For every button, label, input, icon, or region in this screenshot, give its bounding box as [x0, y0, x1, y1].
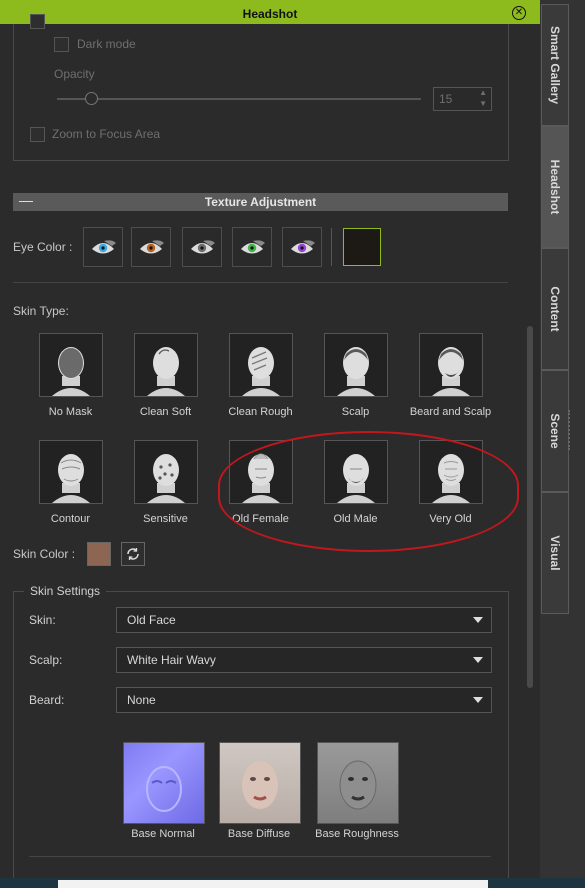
eye-color-preset-button[interactable]	[182, 227, 222, 267]
beard-dropdown[interactable]: None	[116, 687, 492, 713]
tab-content[interactable]: Content	[541, 248, 569, 370]
skin-type-label: Clean Soft	[139, 406, 192, 418]
zoom-focus-checkbox[interactable]	[30, 127, 45, 142]
resize-grip-icon[interactable]	[568, 410, 573, 450]
skin-type-option[interactable]	[39, 440, 103, 504]
skin-color-label: Skin Color :	[13, 547, 76, 561]
opacity-value: 15	[439, 92, 453, 106]
head-icon	[337, 347, 375, 396]
reset-color-button[interactable]	[121, 542, 145, 566]
skin-type-option[interactable]	[419, 333, 483, 397]
chevron-down-icon	[473, 657, 483, 663]
skin-type-label: Scalp	[341, 406, 370, 418]
diffuse-face-icon	[242, 761, 278, 809]
spin-up-icon[interactable]: ▲	[479, 88, 487, 97]
eye-icon	[140, 240, 164, 254]
spin-down-icon[interactable]: ▼	[479, 99, 487, 108]
eye-color-preset-button[interactable]	[232, 227, 272, 267]
tab-visual[interactable]: Visual	[541, 492, 569, 614]
scalp-label: Scalp:	[29, 653, 63, 667]
section-title: Texture Adjustment	[204, 195, 317, 209]
panel-title: Headshot	[242, 7, 298, 21]
eye-color-preset-button[interactable]	[282, 227, 322, 267]
bottom-window-strip	[58, 880, 488, 888]
partial-checkbox[interactable]	[30, 14, 45, 29]
head-icon	[52, 454, 90, 503]
eye-color-label: Eye Color :	[13, 240, 73, 254]
head-icon	[52, 347, 90, 396]
eye-icon	[291, 240, 315, 254]
opacity-slider-handle[interactable]	[85, 92, 98, 105]
opacity-slider-track[interactable]	[57, 98, 421, 100]
divider	[13, 282, 508, 283]
skin-dropdown-value: Old Face	[127, 613, 176, 627]
close-icon[interactable]: ✕	[512, 6, 526, 20]
head-icon	[242, 347, 280, 396]
opacity-label: Opacity	[54, 67, 95, 81]
skin-label: Skin:	[29, 613, 56, 627]
head-icon	[147, 454, 185, 503]
base-diffuse-thumbnail[interactable]	[219, 742, 301, 824]
eye-color-swatch[interactable]	[343, 228, 381, 266]
zoom-focus-label: Zoom to Focus Area	[52, 127, 161, 141]
eye-icon	[241, 240, 265, 254]
skin-type-option[interactable]	[324, 333, 388, 397]
eye-color-preset-button[interactable]	[131, 227, 171, 267]
skin-type-label: Sensitive	[143, 513, 188, 525]
annotation-circle	[218, 431, 519, 552]
panel-title-bar: Headshot ✕	[0, 5, 540, 24]
chevron-down-icon	[473, 617, 483, 623]
base-roughness-thumbnail[interactable]	[317, 742, 399, 824]
tab-smart-gallery[interactable]: Smart Gallery	[541, 4, 569, 126]
base-diffuse-label: Base Diffuse	[227, 828, 291, 840]
tab-scene[interactable]: Scene	[541, 370, 569, 492]
skin-type-label: No Mask	[48, 406, 93, 418]
scalp-dropdown-value: White Hair Wavy	[127, 653, 216, 667]
beard-label: Beard:	[29, 693, 65, 707]
skin-type-label: Skin Type:	[13, 304, 69, 318]
head-icon	[147, 347, 185, 396]
eye-icon	[92, 240, 116, 254]
skin-type-label: Beard and Scalp	[409, 406, 492, 418]
skin-type-option[interactable]	[134, 333, 198, 397]
skin-type-option[interactable]	[134, 440, 198, 504]
dark-mode-checkbox[interactable]	[54, 37, 69, 52]
base-roughness-label: Base Roughness	[315, 828, 399, 840]
skin-color-swatch[interactable]	[87, 542, 111, 566]
skin-type-label: Contour	[50, 513, 91, 525]
side-tab-bar: Smart Gallery Headshot Content Scene Vis…	[540, 0, 585, 878]
eye-icon	[191, 240, 215, 254]
scalp-dropdown[interactable]: White Hair Wavy	[116, 647, 492, 673]
roughness-face-icon	[339, 760, 377, 810]
normal-map-face-icon	[146, 766, 182, 812]
dark-mode-label: Dark mode	[77, 37, 136, 51]
skin-type-option[interactable]	[39, 333, 103, 397]
texture-adjustment-header[interactable]: — Texture Adjustment	[13, 192, 508, 211]
base-normal-label: Base Normal	[131, 828, 195, 840]
head-icon	[432, 347, 470, 396]
chevron-down-icon	[473, 697, 483, 703]
skin-dropdown[interactable]: Old Face	[116, 607, 492, 633]
tab-headshot[interactable]: Headshot	[541, 126, 569, 248]
refresh-icon	[127, 548, 139, 560]
divider	[29, 856, 491, 857]
base-normal-thumbnail[interactable]	[123, 742, 205, 824]
skin-settings-title: Skin Settings	[24, 584, 107, 598]
skin-type-label: Clean Rough	[228, 406, 293, 418]
panel-scrollbar[interactable]	[527, 326, 533, 688]
opacity-spinbox[interactable]: 15 ▲ ▼	[433, 87, 492, 111]
skin-type-option[interactable]	[229, 333, 293, 397]
eye-color-preset-button[interactable]	[83, 227, 123, 267]
eye-color-divider	[331, 228, 332, 266]
beard-dropdown-value: None	[127, 693, 156, 707]
